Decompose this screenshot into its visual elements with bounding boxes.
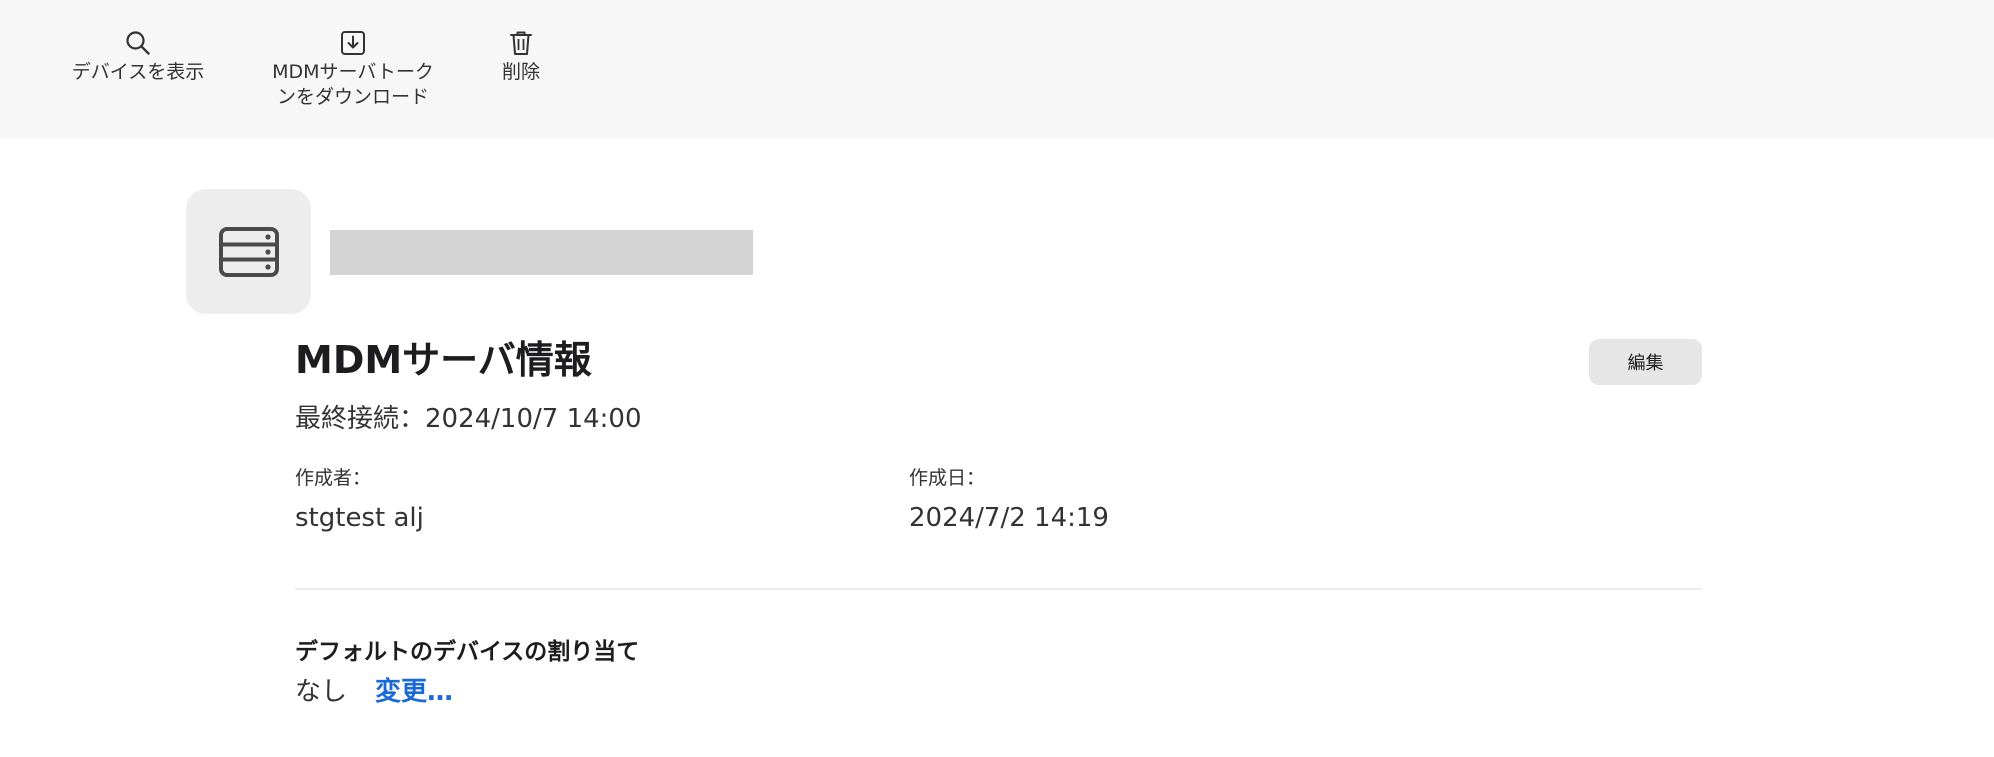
default-assignment-value: なし xyxy=(295,677,348,707)
last-connection: 最終接続：2024/10/7 14:00 xyxy=(295,404,642,434)
edit-button[interactable]: 編集 xyxy=(1589,339,1702,385)
download-token-label: MDMサーバトーク ンをダウンロード xyxy=(272,60,434,110)
download-token-button[interactable]: MDMサーバトーク ンをダウンロード xyxy=(263,0,443,110)
section-divider xyxy=(295,588,1702,590)
created-date-label: 作成日： xyxy=(909,467,986,489)
trash-icon xyxy=(510,31,532,55)
created-date-value: 2024/7/2 14:19 xyxy=(909,503,1109,533)
default-assignment-title: デフォルトのデバイスの割り当て xyxy=(295,639,640,665)
download-token-label-line1: MDMサーバトーク xyxy=(272,61,434,83)
toolbar: デバイスを表示 MDMサーバトーク ンをダウンロード 削除 xyxy=(0,0,1994,139)
delete-button[interactable]: 削除 xyxy=(481,0,561,85)
created-by-value: stgtest alj xyxy=(295,503,424,533)
view-devices-button[interactable]: デバイスを表示 xyxy=(68,0,208,85)
change-assignment-link[interactable]: 変更… xyxy=(375,674,453,710)
server-icon xyxy=(218,226,279,277)
search-icon xyxy=(126,31,150,55)
server-avatar xyxy=(186,189,311,314)
created-by-label: 作成者： xyxy=(295,467,372,489)
download-icon xyxy=(341,31,365,55)
view-devices-label: デバイスを表示 xyxy=(71,61,205,83)
server-name-redacted xyxy=(330,230,753,275)
download-token-label-line2: ンをダウンロード xyxy=(276,86,429,108)
delete-label: 削除 xyxy=(501,61,540,83)
page-title: MDMサーバ情報 xyxy=(295,338,592,382)
